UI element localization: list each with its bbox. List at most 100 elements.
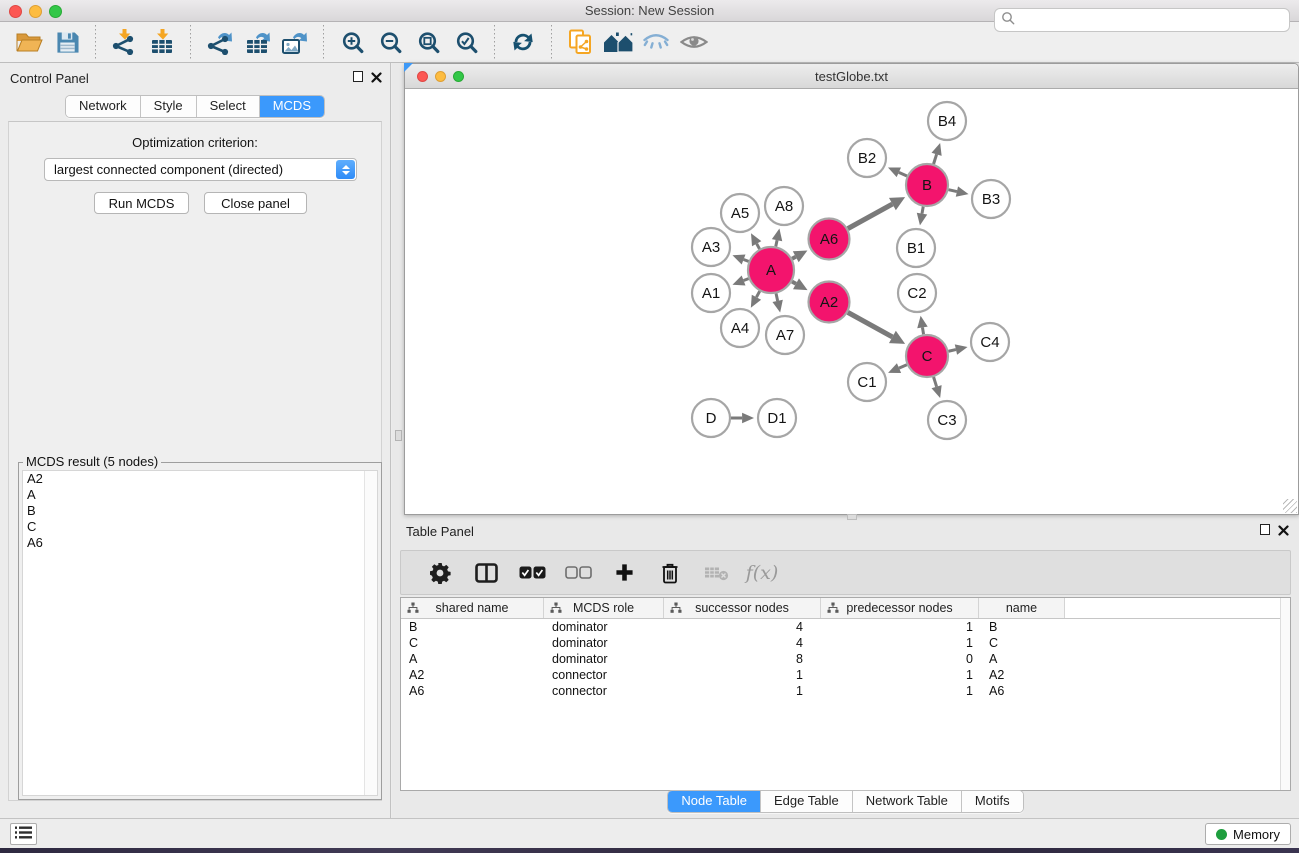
edge-A-A7[interactable]	[776, 293, 778, 300]
show-panels-button[interactable]	[10, 823, 37, 845]
first-neighbors-icon[interactable]	[601, 26, 635, 58]
edge-A6-B[interactable]	[848, 204, 893, 229]
search-box[interactable]	[994, 8, 1290, 32]
edge-arrowhead	[932, 143, 942, 156]
network-window-titlebar[interactable]: testGlobe.txt	[405, 64, 1298, 89]
edge-C-C3[interactable]	[934, 377, 937, 387]
edge-A-A3[interactable]	[744, 259, 749, 261]
new-network-from-selection-icon[interactable]	[563, 26, 597, 58]
table-cell: B	[401, 619, 544, 635]
search-input[interactable]	[1016, 11, 1289, 29]
tab-edge-table[interactable]: Edge Table	[761, 791, 853, 812]
table-row[interactable]: Bdominator41B	[401, 619, 1290, 635]
edge-A-A2[interactable]	[792, 282, 796, 284]
show-all-icon[interactable]	[677, 26, 711, 58]
horizontal-splitter-handle[interactable]	[847, 514, 857, 520]
edge-arrowhead	[742, 413, 754, 424]
save-icon[interactable]	[50, 26, 84, 58]
table-cell: dominator	[544, 635, 664, 651]
column-header-shared-name[interactable]: shared name	[401, 598, 544, 618]
node-table[interactable]: shared nameMCDS rolesuccessor nodesprede…	[400, 597, 1291, 791]
float-panel-icon[interactable]	[353, 71, 363, 82]
gear-icon[interactable]	[423, 557, 457, 589]
close-panel-icon[interactable]	[371, 71, 382, 82]
split-view-icon[interactable]	[469, 557, 503, 589]
table-row[interactable]: Cdominator41C	[401, 635, 1290, 651]
result-item[interactable]: C	[23, 519, 377, 535]
import-network-icon[interactable]	[107, 26, 141, 58]
refresh-layout-icon[interactable]	[506, 26, 540, 58]
deselect-all-icon[interactable]	[561, 557, 595, 589]
tab-node-table[interactable]: Node Table	[668, 791, 761, 812]
edge-A-A8[interactable]	[776, 240, 777, 246]
tab-select[interactable]: Select	[197, 96, 260, 117]
destroy-table-icon	[699, 557, 733, 589]
tab-mcds[interactable]: MCDS	[260, 96, 324, 117]
table-cell: 0	[821, 651, 979, 667]
select-all-icon[interactable]	[515, 557, 549, 589]
zoom-out-icon[interactable]	[373, 26, 407, 58]
table-cell: 4	[664, 619, 821, 635]
hide-selected-icon[interactable]	[639, 26, 673, 58]
vertical-splitter-handle[interactable]	[395, 430, 402, 441]
column-header-successor-nodes[interactable]: successor nodes	[664, 598, 821, 618]
run-mcds-button[interactable]: Run MCDS	[94, 192, 189, 214]
table-cell: 1	[821, 667, 979, 683]
tab-motifs[interactable]: Motifs	[962, 791, 1023, 812]
result-scrollbar[interactable]	[364, 471, 377, 795]
tab-network[interactable]: Network	[66, 96, 141, 117]
result-item[interactable]: A	[23, 487, 377, 503]
mcds-result-list[interactable]: A2ABCA6	[22, 470, 378, 796]
table-cell: A2	[979, 667, 1065, 683]
mcds-result-groupbox: MCDS result (5 nodes) A2ABCA6	[18, 462, 382, 800]
result-item[interactable]: B	[23, 503, 377, 519]
result-item[interactable]: A6	[23, 535, 377, 551]
export-network-icon[interactable]	[202, 26, 236, 58]
table-scrollbar[interactable]	[1280, 598, 1290, 790]
memory-button[interactable]: Memory	[1205, 823, 1291, 845]
zoom-fit-icon[interactable]	[411, 26, 445, 58]
edge-arrowhead	[772, 229, 782, 242]
export-table-icon[interactable]	[240, 26, 274, 58]
edge-arrowhead	[732, 276, 745, 286]
table-cell: 4	[664, 635, 821, 651]
result-item[interactable]: A2	[23, 471, 377, 487]
close-table-panel-icon[interactable]	[1278, 524, 1289, 535]
criterion-dropdown[interactable]: largest connected component (directed)	[44, 158, 357, 181]
mcds-result-legend: MCDS result (5 nodes)	[23, 454, 161, 469]
edge-B-B2[interactable]	[899, 172, 907, 176]
network-title: testGlobe.txt	[405, 69, 1298, 84]
table-row[interactable]: Adominator80A	[401, 651, 1290, 667]
table-row[interactable]: A2connector11A2	[401, 667, 1290, 683]
column-header-MCDS-role[interactable]: MCDS role	[544, 598, 664, 618]
close-panel-button[interactable]: Close panel	[204, 192, 307, 214]
edge-B-B3[interactable]	[948, 190, 956, 192]
table-row[interactable]: A6connector11A6	[401, 683, 1290, 699]
column-header-predecessor-nodes[interactable]: predecessor nodes	[821, 598, 979, 618]
hierarchy-icon	[670, 602, 682, 617]
network-canvas[interactable]: AA1A2A3A4A5A6A7A8BB1B2B3B4CC1C2C3C4DD1	[405, 89, 1298, 514]
tab-network-table[interactable]: Network Table	[853, 791, 962, 812]
edge-A2-C[interactable]	[848, 312, 893, 337]
edge-B-B1[interactable]	[922, 207, 923, 214]
open-folder-icon[interactable]	[12, 26, 46, 58]
export-image-icon[interactable]	[278, 26, 312, 58]
edge-B-B4[interactable]	[934, 154, 937, 164]
tab-style[interactable]: Style	[141, 96, 197, 117]
resize-grip-icon[interactable]	[1283, 499, 1297, 513]
import-table-icon[interactable]	[145, 26, 179, 58]
zoom-in-icon[interactable]	[335, 26, 369, 58]
column-header-name[interactable]: name	[979, 598, 1065, 618]
edge-A-A1[interactable]	[744, 279, 749, 281]
float-table-panel-icon[interactable]	[1260, 524, 1270, 535]
edge-A-A4[interactable]	[756, 291, 759, 297]
trash-icon[interactable]	[653, 557, 687, 589]
zoom-selected-icon[interactable]	[449, 26, 483, 58]
edge-C-C4[interactable]	[948, 350, 955, 352]
edge-A-A6[interactable]	[792, 257, 796, 259]
edge-C-C1[interactable]	[899, 365, 907, 368]
add-icon[interactable]	[607, 557, 641, 589]
edge-C-C2[interactable]	[922, 327, 923, 334]
edge-A-A5[interactable]	[757, 244, 760, 249]
search-icon	[1001, 11, 1016, 29]
